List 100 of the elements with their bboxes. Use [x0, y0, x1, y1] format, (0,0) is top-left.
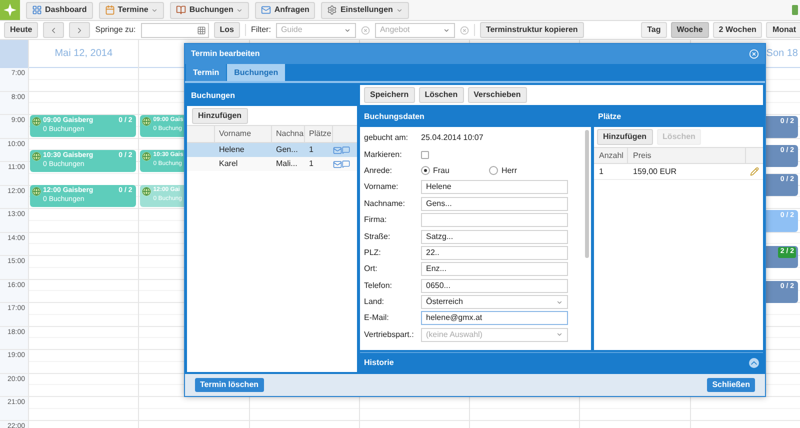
field-label: Vorname:	[364, 181, 400, 194]
panel-title: Buchungsdaten	[364, 111, 424, 123]
table-cell-text: 1	[308, 158, 314, 170]
calendar-grid-icon	[196, 26, 206, 34]
globe-icon	[32, 187, 41, 196]
view-tab[interactable]: Monat	[766, 22, 800, 38]
input-field[interactable]: 0650...	[421, 278, 568, 293]
view-tab[interactable]: 2 Wochen	[712, 22, 762, 38]
table-cell-text: Karel	[218, 158, 239, 170]
logo-icon[interactable]	[0, 0, 20, 20]
column-header[interactable]: Anzahl	[594, 148, 628, 163]
close-icon[interactable]	[749, 49, 759, 59]
globe-icon	[32, 117, 41, 126]
nav-button[interactable]: Anfragen	[255, 2, 316, 18]
action-button[interactable]: Löschen	[418, 87, 464, 103]
caret-icon	[151, 6, 158, 14]
mail-icon[interactable]	[333, 160, 342, 168]
go-button[interactable]: Los	[214, 22, 240, 38]
table-cell-text: 1	[308, 144, 314, 156]
field-label: E-Mail:	[364, 312, 390, 324]
speech-bubble-icon[interactable]	[342, 160, 350, 168]
checkbox[interactable]	[421, 150, 429, 159]
field-label: Anrede:	[364, 164, 394, 177]
globe-icon	[142, 117, 152, 126]
field-label: Nachname:	[364, 198, 406, 210]
today-button[interactable]: Heute	[4, 22, 38, 38]
table-cell-text: 1	[598, 166, 604, 178]
booking-row[interactable]: Karel Mali... 1	[187, 157, 357, 171]
close-button[interactable]: Schließen	[707, 378, 755, 392]
mail-icon[interactable]	[333, 146, 342, 154]
dropdown-icon	[344, 26, 351, 34]
field-label: Straße:	[364, 230, 392, 243]
input-field[interactable]: 22..	[421, 246, 568, 260]
speech-bubble-icon[interactable]	[342, 146, 350, 154]
history-title: Historie	[364, 356, 394, 368]
next-button[interactable]	[69, 22, 90, 38]
book-icon	[176, 5, 186, 15]
input-field[interactable]: helene@gmx.at	[421, 311, 568, 326]
dialog-title: Termin bearbeiten	[191, 48, 260, 60]
caret-icon	[236, 6, 244, 14]
input-field[interactable]: Satzg...	[421, 230, 568, 244]
date-field[interactable]	[140, 22, 209, 38]
grid-icon	[32, 5, 42, 15]
radio-option[interactable]: Frau	[421, 164, 450, 177]
caret-icon	[396, 6, 403, 14]
dropdown-icon	[442, 26, 450, 34]
dropdown-icon	[556, 298, 563, 306]
table-cell-text: Gen...	[275, 144, 299, 156]
previous-button[interactable]	[43, 22, 64, 38]
field-label: Markieren:	[364, 148, 403, 161]
clear-icon[interactable]	[360, 26, 370, 34]
globe-icon	[32, 152, 41, 161]
scrollbar[interactable]	[585, 130, 589, 258]
column-header[interactable]: Nachna	[272, 126, 305, 142]
clear-icon[interactable]	[460, 26, 469, 34]
copy-structure-button[interactable]: Terminstruktur kopieren	[480, 22, 584, 38]
table-cell-text: Mali...	[275, 158, 298, 170]
seat-button[interactable]: Hinzufügen	[597, 129, 653, 145]
column-header[interactable]: Plätze	[305, 126, 333, 142]
filter-label: Filter:	[250, 24, 271, 36]
radio-option[interactable]: Herr	[489, 164, 518, 177]
field-label: Firma:	[364, 214, 388, 226]
field-label: Telefon:	[364, 280, 394, 292]
panel-title: Plätze	[598, 111, 622, 123]
field-label: PLZ:	[364, 246, 382, 259]
table-cell-text: Helene	[218, 144, 246, 156]
booking-row[interactable]: Helene Gen... 1	[187, 143, 357, 157]
column-header[interactable]: Vorname	[215, 126, 272, 142]
dropdown-icon	[556, 331, 563, 338]
field-label: Land:	[364, 296, 386, 308]
action-button[interactable]: Speichern	[364, 87, 415, 103]
globe-icon	[142, 152, 152, 161]
field-label: Vertriebspart.:	[364, 328, 415, 341]
nav-button[interactable]: Termine	[98, 2, 164, 18]
add-button[interactable]: Hinzufügen	[192, 108, 248, 124]
edit-icon[interactable]	[750, 167, 759, 176]
calendar-icon	[104, 5, 115, 15]
mail-icon	[261, 5, 272, 15]
input-field[interactable]: Gens...	[421, 196, 568, 211]
field-label: Ort:	[364, 263, 378, 276]
delete-appointment-button[interactable]: Termin löschen	[195, 378, 264, 392]
view-tab[interactable]: Tag	[641, 22, 667, 38]
nav-button[interactable]: Einstellungen	[321, 2, 409, 18]
input-field[interactable]	[421, 213, 568, 228]
nav-button[interactable]: Buchungen	[170, 2, 250, 18]
jump-label: Springe zu:	[95, 24, 136, 36]
action-button[interactable]: Verschieben	[468, 87, 527, 103]
day-header: Son 18	[766, 47, 798, 61]
input-field[interactable]: Helene	[421, 180, 568, 194]
input-field[interactable]: Enz...	[421, 262, 568, 276]
field-value: 25.04.2014 10:07	[421, 132, 484, 144]
collapse-icon[interactable]	[749, 358, 759, 368]
gear-icon	[327, 5, 338, 15]
column-header[interactable]: Preis	[628, 148, 746, 163]
select-field[interactable]: Österreich	[421, 295, 568, 310]
table-cell-text: 159,00 EUR	[632, 166, 678, 178]
field-label: gebucht am:	[364, 132, 410, 144]
panel-title: Buchungen	[191, 90, 235, 102]
view-tab[interactable]: Woche	[670, 22, 709, 38]
nav-button[interactable]: Dashboard	[26, 2, 93, 18]
